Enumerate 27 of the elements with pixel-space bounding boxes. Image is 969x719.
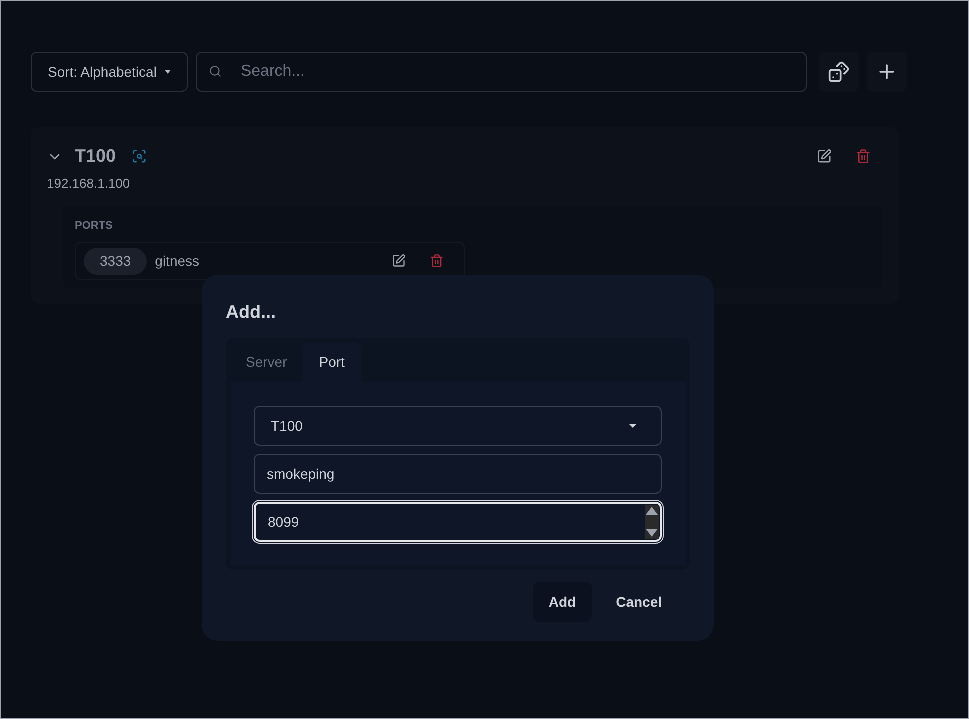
ports-heading: PORTS [75,218,114,234]
tab[interactable]: Server [230,342,304,382]
add-button[interactable]: Add [532,582,592,622]
dice-button[interactable] [818,52,859,92]
server-address: 192.168.1.100 [47,175,132,193]
caret-icon [164,70,171,74]
search-field[interactable]: Search... [196,52,807,92]
server-select[interactable]: T100 [254,406,662,446]
server-name: T100 [75,145,116,168]
trash-icon[interactable] [856,149,871,164]
search-icon [208,65,222,78]
scan-icon[interactable] [132,149,148,164]
cancel-button[interactable]: Cancel [600,582,678,622]
tab[interactable]: Port [303,342,361,382]
spinner-icon[interactable] [645,505,659,539]
port-number: 3333 [84,248,148,274]
name-field[interactable]: smokeping [254,454,662,494]
port-field[interactable]: 8099 [254,502,662,542]
caret-icon [629,424,637,428]
add-button[interactable] [866,52,907,92]
edit-icon[interactable] [817,149,832,164]
sort-dropdown[interactable]: Sort: Alphabetical [31,52,188,92]
dialog-title: Add... [226,301,277,324]
port-name: gitness [155,252,200,271]
edit-icon[interactable] [392,254,406,268]
dice-icon [828,61,850,83]
trash-icon[interactable] [430,254,444,268]
